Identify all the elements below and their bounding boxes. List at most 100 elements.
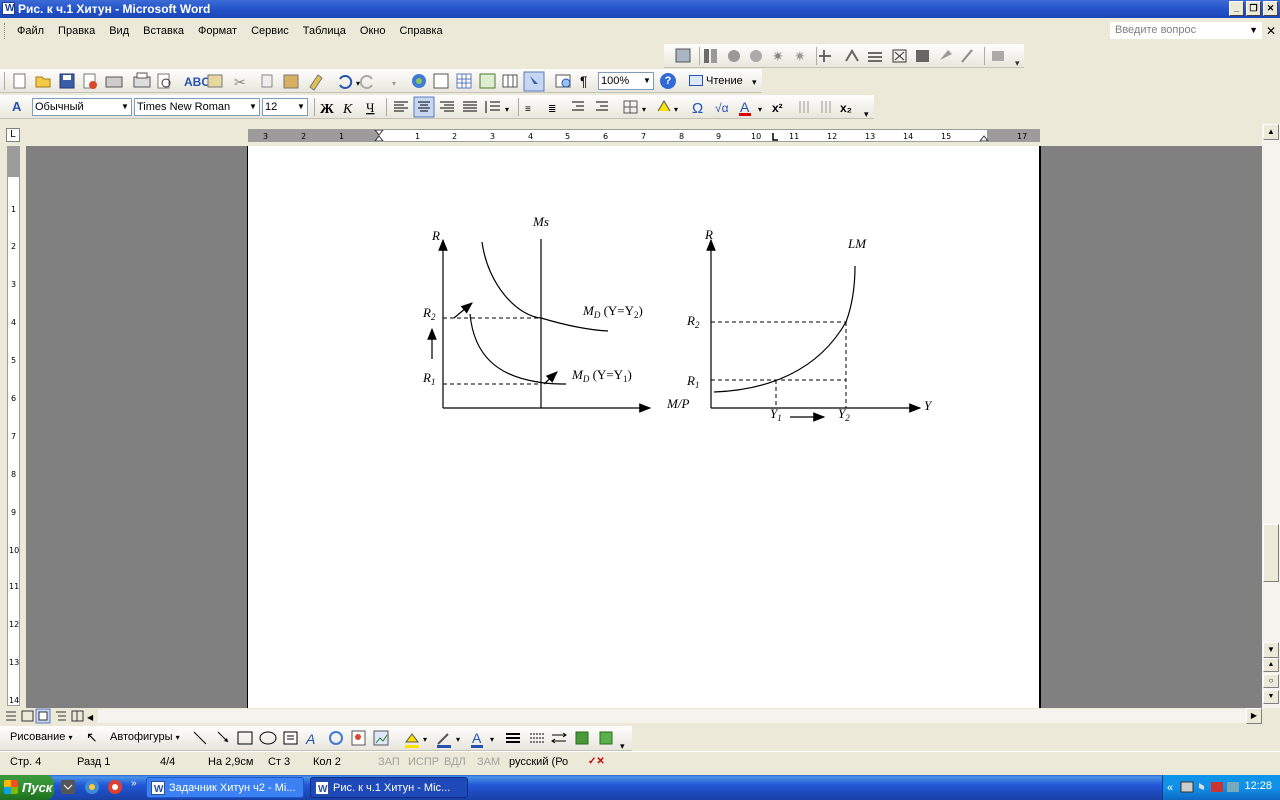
start-label: Пуск: [22, 780, 53, 795]
status-section[interactable]: Разд 1: [77, 756, 110, 768]
zoom-combo[interactable]: 100% ▼: [598, 72, 654, 90]
font-value: Times New Roman: [137, 101, 231, 113]
scroll-up-button[interactable]: ▲: [1263, 124, 1279, 140]
autoshapes-button[interactable]: Автофигуры ▾: [110, 731, 180, 743]
vertical-scroll-thumb[interactable]: [1263, 524, 1279, 582]
style-dropdown-icon[interactable]: ▼: [119, 99, 131, 115]
tab-selector[interactable]: L: [6, 128, 20, 142]
restore-button[interactable]: ❐: [1246, 1, 1261, 16]
vertical-ruler[interactable]: 1 2 3 4 5 6 7 8 9 10 11 12 13 14: [0, 146, 26, 708]
status-track-changes[interactable]: ИСПР: [408, 756, 439, 768]
select-browse-object-button[interactable]: ○: [1263, 674, 1279, 688]
horizontal-scrollbar-area: ◀ ▶: [0, 708, 1262, 724]
menu-table[interactable]: Таблица: [296, 18, 353, 44]
style-combo[interactable]: Обычный ▼: [32, 98, 132, 116]
reading-mode-button[interactable]: Чтение: [686, 71, 743, 91]
menu-insert[interactable]: Вставка: [136, 18, 191, 44]
md-y2-tail: (Y=Y: [600, 303, 634, 318]
status-position[interactable]: На 2,9см: [208, 756, 253, 768]
svg-text:✷: ✷: [772, 48, 784, 64]
ruler-label: 8: [679, 132, 684, 141]
svg-text:≡: ≡: [525, 104, 531, 115]
svg-text:A: A: [740, 99, 750, 115]
status-record-macro[interactable]: ЗАП: [378, 756, 400, 768]
standard-toolbar-options-icon[interactable]: ▾: [752, 77, 757, 88]
taskbar-item-zadachnik[interactable]: Задачник Хитун ч2 - Mi...: [146, 777, 304, 798]
svg-text:A: A: [472, 730, 482, 746]
spelling-status-icon[interactable]: ✓✕: [588, 756, 608, 770]
svg-text:К: К: [342, 102, 353, 117]
quick-launch[interactable]: »: [58, 775, 138, 800]
menu-format[interactable]: Формат: [191, 18, 244, 44]
status-extend-selection[interactable]: ВДЛ: [444, 756, 466, 768]
right-r2-label: R2: [686, 313, 700, 330]
horizontal-scroll-track[interactable]: [98, 709, 1246, 723]
document-close-icon[interactable]: ✕: [1266, 24, 1276, 38]
menu-view[interactable]: Вид: [102, 18, 136, 44]
document-page[interactable]: R Ms M/P R2 R1 MD (Y=Y2) MD (Y=Y1) R LM: [247, 146, 1041, 708]
ruler-label: 7: [641, 132, 646, 141]
ask-dropdown-icon[interactable]: ▼: [1249, 23, 1258, 38]
ruler-scale[interactable]: 3 2 1 1 2 3 4 5 6 7 8 9 10 11 12 13 14 1…: [248, 129, 1040, 142]
taskbar-item-active-doc[interactable]: Рис. к ч.1 Хитун - Mic...: [310, 777, 468, 798]
left-r1-label: R1: [422, 370, 435, 387]
standard-toolbar-icons[interactable]: ABC ✂ ▾ ▾ ¶: [0, 69, 600, 93]
view-buttons[interactable]: ◀: [0, 708, 96, 724]
styles-pane-icon[interactable]: A: [12, 99, 21, 114]
status-bar: Стр. 4 Разд 1 4/4 На 2,9см Ст 3 Кол 2 ЗА…: [0, 751, 1280, 775]
minimize-button[interactable]: _: [1229, 1, 1244, 16]
vertical-scrollbar[interactable]: ▲ ▼ ▲ ○ ▼: [1262, 124, 1280, 708]
clock[interactable]: 12:28: [1244, 780, 1272, 792]
zoom-dropdown-icon[interactable]: ▼: [641, 73, 653, 89]
menu-help[interactable]: Справка: [392, 18, 449, 44]
drawing-toolbar-icons[interactable]: A ▾ ▾ A ▾ ▾: [188, 726, 628, 751]
scroll-right-button[interactable]: ▶: [1246, 708, 1262, 724]
previous-page-button[interactable]: ▲: [1263, 658, 1279, 672]
status-language[interactable]: русский (Ро: [509, 756, 568, 768]
taskbar: Пуск » Задачник Хитун ч2 - Mi... Рис. к …: [0, 775, 1280, 800]
vertical-ruler-scale[interactable]: 1 2 3 4 5 6 7 8 9 10 11 12 13 14: [7, 146, 20, 706]
horizontal-ruler[interactable]: L 3 2 1 1 2 3 4 5 6 7 8 9 10 11 12 13 14…: [0, 124, 1280, 146]
font-size-dropdown-icon[interactable]: ▼: [295, 99, 307, 115]
menu-window[interactable]: Окно: [353, 18, 393, 44]
y1-sub: 1: [777, 413, 782, 423]
font-dropdown-icon[interactable]: ▼: [247, 99, 259, 115]
title-bar: Рис. к ч.1 Хитун - Microsoft Word _ ❐ ✕: [0, 0, 1280, 18]
picture-toolbar-icons[interactable]: ✷ ✷ ▾: [664, 44, 1024, 68]
font-size-combo[interactable]: 12 ▼: [262, 98, 308, 116]
menu-grip[interactable]: [4, 23, 7, 39]
svg-text:Ω: Ω: [692, 100, 703, 117]
md-curve-y1: [469, 313, 567, 385]
status-page[interactable]: Стр. 4: [10, 756, 41, 768]
vruler-label: 6: [11, 394, 16, 403]
economics-figure[interactable]: R Ms M/P R2 R1 MD (Y=Y2) MD (Y=Y1) R LM: [248, 146, 1042, 708]
ask-question-input[interactable]: Введите вопрос ▼: [1110, 22, 1262, 39]
status-overtype[interactable]: ЗАМ: [477, 756, 500, 768]
tray-icons[interactable]: «: [1167, 775, 1247, 800]
draw-menu-button[interactable]: Рисование ▾: [10, 731, 72, 743]
document-area[interactable]: R Ms M/P R2 R1 MD (Y=Y2) MD (Y=Y1) R LM: [26, 146, 1262, 708]
formatting-toolbar-icons[interactable]: Ж К Ч ▾ ≡ ≣ ▾ ▾ Ω √α A ▾ x² x₂ ▾: [312, 95, 872, 119]
select-objects-icon[interactable]: ↖: [86, 729, 98, 746]
menu-file[interactable]: Файл: [10, 18, 51, 44]
status-line[interactable]: Ст 3: [268, 756, 290, 768]
close-button[interactable]: ✕: [1263, 1, 1278, 16]
book-icon: [689, 75, 703, 86]
help-icon[interactable]: ?: [660, 73, 676, 89]
word-app-icon[interactable]: [2, 0, 15, 18]
ruler-label: 4: [528, 132, 533, 141]
right-r1-sub: 1: [695, 380, 700, 390]
font-combo[interactable]: Times New Roman ▼: [134, 98, 260, 116]
taskbar-item-zadachnik-label: Задачник Хитун ч2 - Mi...: [169, 782, 296, 794]
status-column[interactable]: Кол 2: [313, 756, 341, 768]
ruler-label: 3: [263, 132, 268, 141]
status-page-count[interactable]: 4/4: [160, 756, 175, 768]
menu-edit[interactable]: Правка: [51, 18, 102, 44]
menu-tools[interactable]: Сервис: [244, 18, 296, 44]
scroll-down-button[interactable]: ▼: [1263, 642, 1279, 658]
svg-text:Ч: Ч: [366, 100, 375, 115]
svg-text:▾: ▾: [456, 735, 460, 744]
money-market-graph: R Ms M/P R2 R1 MD (Y=Y2) MD (Y=Y1): [422, 214, 689, 413]
start-button[interactable]: Пуск: [0, 775, 54, 800]
next-page-button[interactable]: ▼: [1263, 690, 1279, 704]
